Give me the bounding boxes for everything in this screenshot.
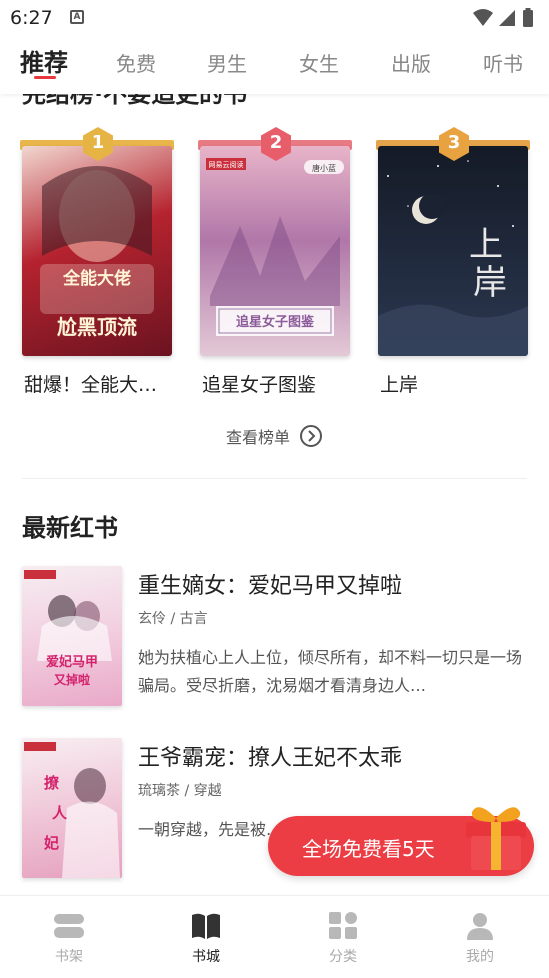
book-cover: 网易云阅读 唐小蓝 追星女子图鉴 [200,146,350,356]
nav-bookshelf[interactable]: 书架 [14,896,124,978]
category-tabs: 推荐 免费 男生 女生 出版 听书 [0,34,549,94]
status-time: 6:27 [10,7,53,29]
book-cover: 上 岸 [378,146,528,356]
svg-text:追星女子图鉴: 追星女子图鉴 [236,314,315,330]
signal-icon [499,10,515,26]
svg-text:上: 上 [469,225,503,265]
gift-box-icon[interactable] [456,796,536,876]
category-grid-icon [329,912,357,939]
svg-text:人: 人 [52,804,68,822]
book-meta: 琉璃茶 / 穿越 [138,783,222,799]
tab-male[interactable]: 男生 [207,48,247,77]
ranking-book-title: 甜爆！全能大… [24,374,158,396]
open-book-icon [192,913,220,939]
section-divider [22,478,527,479]
view-ranking-link[interactable]: 查看榜单 [226,424,290,448]
svg-text:全能大佬: 全能大佬 [62,268,131,289]
book-meta: 玄伶 / 古言 [138,611,208,627]
svg-text:爱妃马甲: 爱妃马甲 [46,654,98,670]
tab-female[interactable]: 女生 [299,48,339,77]
ranking-book-title: 追星女子图鉴 [202,374,317,396]
rank-medal-red-icon: 2 [258,126,294,162]
active-tab-indicator [34,76,56,79]
tab-publish[interactable]: 出版 [391,48,431,77]
svg-text:妃: 妃 [44,834,59,852]
rank-medal-orange-icon: 3 [436,126,472,162]
new-books-heading: 最新红书 [22,514,118,542]
svg-text:岸: 岸 [473,263,507,303]
nav-profile[interactable]: 我的 [425,896,535,978]
rank-medal-gold-icon: 1 [80,126,116,162]
ranking-book-title: 上岸 [380,374,419,396]
nav-category[interactable]: 分类 [288,896,398,978]
tab-free[interactable]: 免费 [116,48,156,77]
bottom-nav: 书架 书城 分类 我的 [0,895,549,978]
list-item[interactable]: 爱妃马甲 又掉啦 重生嫡女：爱妃马甲又掉啦 玄伶 / 古言 她为扶植心上人上位，… [22,566,532,716]
status-indicators [473,8,533,27]
tab-audiobook[interactable]: 听书 [483,48,523,77]
svg-text:撩: 撩 [44,774,60,792]
banner-text: 全场免费看5天 [302,837,435,861]
book-cover: 爱妃马甲 又掉啦 [22,566,122,706]
book-title: 重生嫡女：爱妃马甲又掉啦 [138,574,403,599]
svg-text:唐小蓝: 唐小蓝 [312,163,336,173]
status-bar: 6:27 A [0,0,549,34]
bookshelf-icon [54,914,84,938]
battery-icon [523,8,533,27]
notification-icon: A [70,10,84,24]
tab-recommend[interactable]: 推荐 [20,43,68,78]
svg-text:又掉啦: 又掉啦 [53,672,90,687]
profile-icon [467,913,493,940]
nav-bookstore[interactable]: 书城 [151,896,261,978]
svg-text:尬黑顶流: 尬黑顶流 [57,315,137,339]
book-cover: 全能大佬 尬黑顶流 [22,146,172,356]
wifi-icon [473,9,493,26]
chevron-right-circle-icon[interactable] [300,425,322,447]
svg-text:网易云阅读: 网易云阅读 [209,160,244,169]
book-cover: 撩 人 妃 [22,738,122,878]
book-description: 她为扶植心上人上位，倾尽所有，却不料一切只是一场骗局。受尽折磨，沈易烟才看清身边… [138,648,522,695]
book-title: 王爷霸宠：撩人王妃不太乖 [138,746,403,771]
